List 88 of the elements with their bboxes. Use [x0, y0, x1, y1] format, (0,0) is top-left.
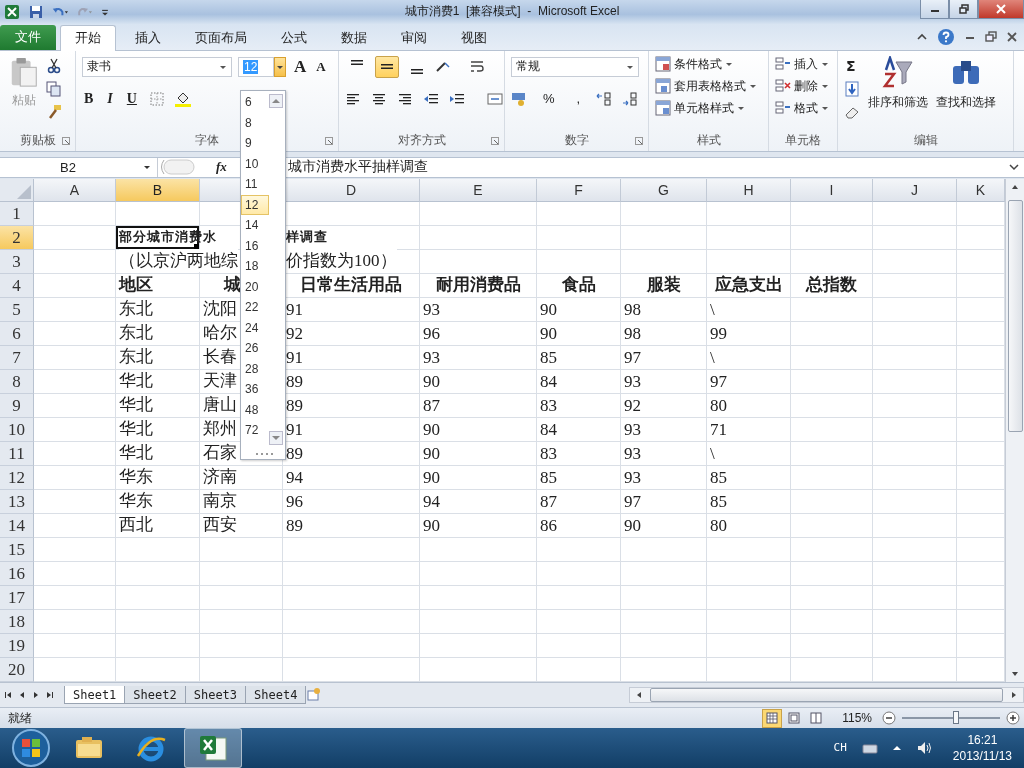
cell-text: 97 [710, 372, 727, 393]
cell-text: 84 [540, 372, 557, 393]
cell-text: 80 [710, 396, 727, 417]
cell-text: 90 [423, 420, 440, 441]
group-label: 编辑 [913, 132, 938, 150]
cell-text: 87 [423, 396, 440, 417]
cell-text: 郑州 [203, 418, 237, 441]
cell-text: 应急支出 [714, 274, 783, 297]
cell-text: 85 [710, 492, 727, 513]
cell-text: 89 [286, 372, 303, 393]
cell-text: 90 [540, 324, 557, 345]
cell-text: 98 [624, 324, 641, 345]
cell-text: 83 [540, 444, 557, 465]
cell-text: 唐山 [203, 394, 237, 417]
cell-text: 99 [710, 324, 727, 345]
cell-text: 沈阳 [203, 298, 237, 321]
cell-text: （以京沪两地综 [119, 249, 238, 273]
group-label: 单元格 [785, 132, 821, 150]
cell-text: 93 [624, 444, 641, 465]
cell-text: 90 [540, 300, 557, 321]
cell-text: 94 [286, 468, 303, 489]
cell-text: 华北 [119, 370, 153, 393]
window-title: 城市消费1 [兼容模式] - Microsoft Excel [403, 3, 621, 21]
group-label: 对齐方式 [397, 132, 446, 150]
cell-text: 哈尔 [203, 322, 237, 345]
cell-text: 90 [423, 444, 440, 465]
group-label: 样式 [696, 132, 721, 150]
cell-text: 98 [624, 300, 641, 321]
cell-text: 长春 [203, 346, 237, 369]
cell-text: 西北 [119, 514, 153, 537]
group-label: 字体 [195, 132, 219, 150]
cell-text: 86 [540, 516, 557, 537]
cell-text: 城 [224, 274, 241, 297]
cell-text: 89 [286, 396, 303, 417]
cell-text: \ [710, 444, 715, 465]
cell-text: \ [710, 348, 715, 369]
cell-text: 总指数 [806, 274, 857, 297]
cell-text: 东北 [119, 322, 153, 345]
cell-text: 食品 [561, 274, 596, 297]
cell-text: 85 [710, 468, 727, 489]
cell-text: 85 [540, 468, 557, 489]
cell-text: 华北 [119, 418, 153, 441]
cell-text: 80 [710, 516, 727, 537]
cell-text: 90 [624, 516, 641, 537]
cell-text: 西安 [203, 514, 237, 537]
cell-text: 97 [624, 492, 641, 513]
cell-text: 华北 [119, 442, 153, 465]
cell-text: 83 [540, 396, 557, 417]
cell-text: 90 [423, 372, 440, 393]
cell-text: 84 [540, 420, 557, 441]
cell-text: 92 [624, 396, 641, 417]
cell-text: 华北 [119, 394, 153, 417]
cell-text: 天津 [203, 370, 237, 393]
group-label: 数字 [564, 132, 589, 150]
cell-text: 91 [286, 300, 303, 321]
cell-text: 日常生活用品 [300, 274, 402, 297]
cell-text: 97 [624, 348, 641, 369]
cell-text: 93 [423, 348, 440, 369]
cell-text: 东北 [119, 298, 153, 321]
cell-text: 87 [540, 492, 557, 513]
cell-text: 93 [624, 468, 641, 489]
cell-text: 91 [286, 348, 303, 369]
cell-text: 96 [423, 324, 440, 345]
cell-text: 85 [540, 348, 557, 369]
cell-text: 90 [423, 516, 440, 537]
cell-text: 93 [624, 372, 641, 393]
cell-text: 地区 [119, 274, 153, 297]
cell-text: 89 [286, 516, 303, 537]
cell-text: 71 [710, 420, 727, 441]
cell-text: \ [710, 300, 715, 321]
cell-text: 92 [286, 324, 303, 345]
status-text: 就绪 [8, 709, 32, 727]
cell-text: 89 [286, 444, 303, 465]
cell-text: 93 [423, 300, 440, 321]
cell-text: 石家 [203, 442, 237, 465]
cell-text: 91 [286, 420, 303, 441]
cell-text: 耐用消费品 [435, 274, 521, 297]
cell-text: 96 [286, 492, 303, 513]
cell-text: 94 [423, 492, 440, 513]
cell-text: 华东 [119, 490, 153, 513]
cell-text: 服装 [646, 274, 681, 297]
cell-text: 南京 [203, 490, 237, 513]
group-label: 剪贴板 [19, 132, 56, 150]
cell-text: 华东 [119, 466, 153, 489]
cell-text: 济南 [203, 466, 237, 489]
cell-text: 东北 [119, 346, 153, 369]
cell-text: 93 [624, 420, 641, 441]
cell-text: 90 [423, 468, 440, 489]
